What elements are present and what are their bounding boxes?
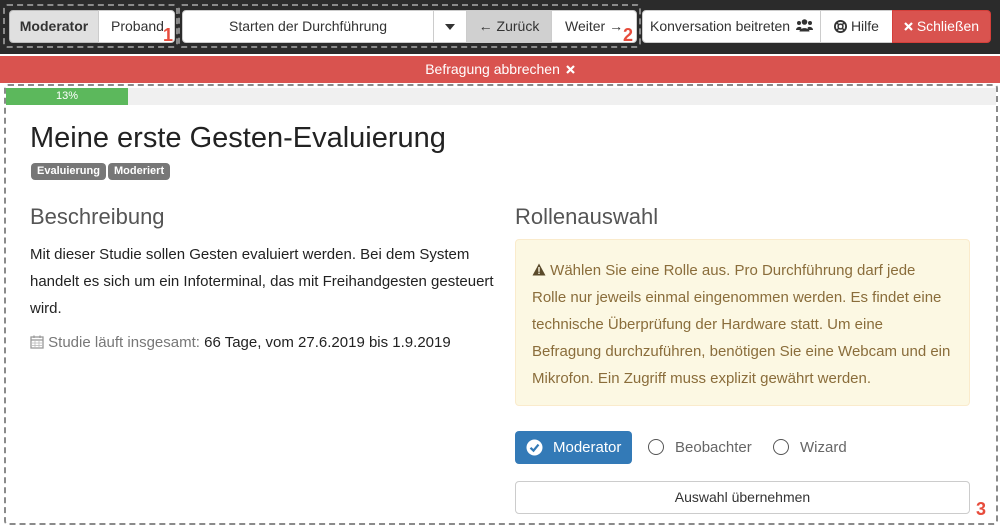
close-button[interactable]: Schließen — [892, 10, 991, 43]
next-label: Weiter → — [565, 18, 624, 34]
apply-selection-button[interactable]: Auswahl übernehmen — [515, 481, 970, 514]
role-option-observer-label: Beobachter — [675, 439, 752, 456]
progress-fill: 13% — [6, 88, 128, 105]
abort-survey-button[interactable]: Befragung abbrechen — [0, 56, 1000, 83]
role-option-moderator[interactable]: Moderator — [515, 431, 632, 464]
users-icon — [795, 19, 813, 32]
check-circle-icon — [526, 439, 543, 456]
role-option-moderator-label: Moderator — [553, 439, 622, 456]
annotation-number-1: 1 — [163, 25, 174, 45]
start-execution-select[interactable]: Starten der Durchführung — [182, 10, 434, 43]
role-option-wizard[interactable]: Wizard — [772, 431, 862, 464]
warning-icon — [532, 263, 546, 276]
study-duration: Studie läuft insgesamt: 66 Tage, vom 27.… — [30, 334, 451, 351]
radio-circle-icon — [773, 439, 789, 455]
study-title: Meine erste Gesten-Evaluierung — [30, 122, 446, 154]
radio-circle-icon — [648, 439, 664, 455]
help-button[interactable]: Hilfe — [820, 10, 893, 43]
role-warning-alert: Wählen Sie eine Rolle aus. Pro Durchführ… — [515, 239, 970, 406]
progress-label: 13% — [55, 90, 79, 102]
join-conversation-label: Konversation beitreten — [650, 18, 791, 34]
annotation-number-3: 3 — [976, 499, 987, 519]
duration-value: 66 Tage, vom 27.6.2019 bis 1.9.2019 — [204, 334, 451, 351]
role-moderator-label: Moderator — [19, 18, 89, 34]
role-option-observer[interactable]: Beobachter — [647, 431, 757, 464]
back-button[interactable]: ← Zurück — [466, 10, 552, 43]
role-warning-text: Wählen Sie eine Rolle aus. Pro Durchführ… — [532, 262, 951, 387]
close-icon — [904, 22, 913, 31]
description-heading: Beschreibung — [30, 204, 165, 229]
description-text: Mit dieser Studie sollen Gesten evaluier… — [30, 246, 494, 317]
badge-evaluation: Evaluierung — [31, 163, 106, 180]
start-execution-label: Starten der Durchführung — [229, 18, 387, 34]
close-icon — [566, 65, 575, 74]
calendar-icon — [30, 335, 44, 349]
progress-bar: 13% — [6, 88, 996, 105]
abort-survey-label: Befragung abbrechen — [425, 61, 560, 77]
role-option-wizard-label: Wizard — [800, 439, 847, 456]
caret-down-icon — [445, 24, 455, 30]
join-conversation-button[interactable]: Konversation beitreten — [642, 10, 821, 43]
duration-label: Studie läuft insgesamt: — [48, 334, 200, 351]
role-moderator-button[interactable]: Moderator — [9, 10, 99, 43]
dropdown-toggle-button[interactable] — [433, 10, 467, 43]
badge-moderated: Moderiert — [108, 163, 171, 180]
life-ring-icon — [834, 20, 848, 33]
help-label: Hilfe — [850, 18, 879, 34]
close-label: Schließen — [916, 18, 980, 34]
role-selection-heading: Rollenauswahl — [515, 204, 659, 229]
top-navbar: Moderator Proband Starten der Durchführu… — [0, 0, 1000, 54]
annotation-number-2: 2 — [623, 25, 634, 45]
apply-selection-label: Auswahl übernehmen — [674, 489, 811, 505]
role-proband-label: Proband — [111, 18, 164, 34]
back-label: ← Zurück — [478, 18, 540, 34]
